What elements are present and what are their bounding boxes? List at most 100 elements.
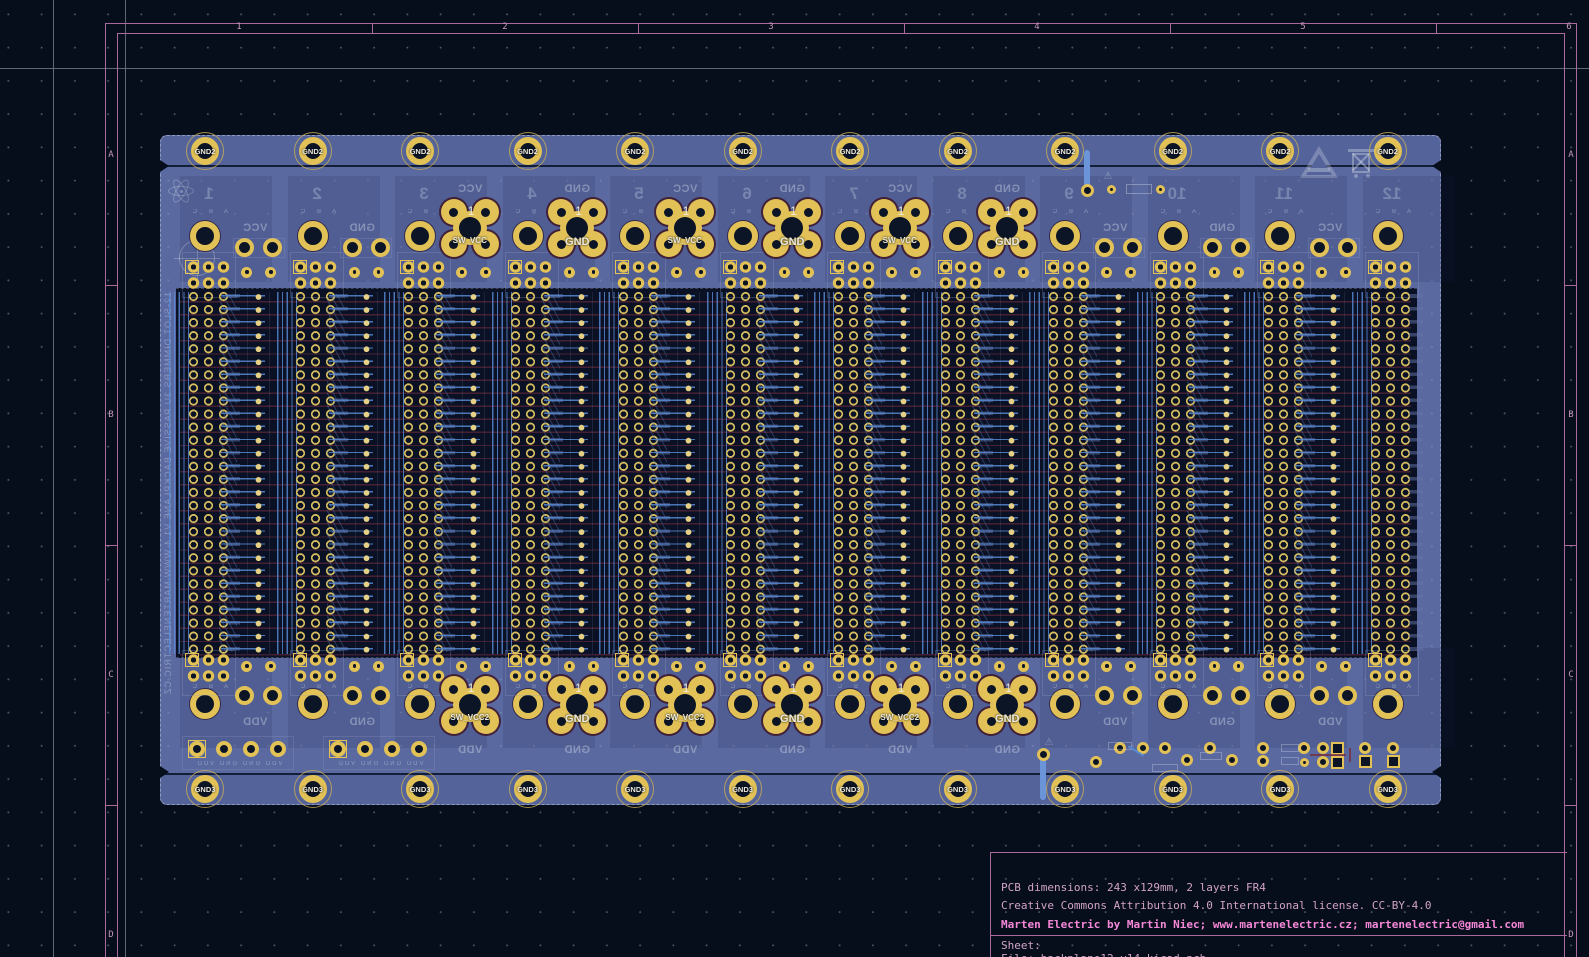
cluster-pad[interactable]	[1298, 742, 1310, 754]
medium-pad[interactable]	[1203, 686, 1222, 705]
power-clover-connector[interactable]: 1GND	[545, 673, 609, 737]
mounting-hole-gnd[interactable]: GND2	[184, 130, 226, 172]
cluster-pad[interactable]	[1181, 754, 1193, 766]
cluster-square-pad[interactable]	[1387, 755, 1400, 768]
mounting-hole-gnd[interactable]: GND2	[292, 130, 334, 172]
field-courtyard-line	[807, 292, 808, 654]
connector-pad-column[interactable]	[1368, 290, 1413, 656]
cluster-pad[interactable]	[1317, 742, 1329, 754]
slot-big-hole[interactable]	[1158, 221, 1188, 251]
slot-big-hole[interactable]	[835, 221, 865, 251]
power-clover-connector[interactable]: 1GND	[975, 673, 1039, 737]
medium-pad[interactable]	[343, 686, 362, 705]
power-word-silk: VCC	[448, 183, 492, 195]
mounting-hole-gnd[interactable]: GND2	[1152, 130, 1194, 172]
pin1-square-outline	[1153, 260, 1167, 274]
power-clover-connector[interactable]: 1GND	[545, 196, 609, 260]
mounting-hole-gnd[interactable]: GND3	[1044, 768, 1086, 810]
power-clover-connector[interactable]: 1GND	[975, 196, 1039, 260]
small-pad-hole	[1320, 664, 1324, 668]
medium-pad[interactable]	[1338, 686, 1357, 705]
medium-pad[interactable]	[263, 686, 282, 705]
cluster-pad[interactable]	[1257, 755, 1269, 767]
mounting-hole-gnd[interactable]: GND3	[292, 768, 334, 810]
clover-net-name: SW_VCC	[653, 236, 717, 245]
mounting-hole-gnd[interactable]: GND3	[1367, 768, 1409, 810]
slot-big-hole[interactable]	[1050, 221, 1080, 251]
clover-net-name: GND	[975, 236, 1039, 248]
jumper-wire-blue[interactable]	[1040, 756, 1046, 800]
cluster-pad[interactable]	[1317, 756, 1329, 768]
small-pad-hole	[460, 664, 464, 668]
medium-pad[interactable]	[1123, 686, 1142, 705]
mounting-hole-gnd[interactable]: GND2	[614, 130, 656, 172]
field-courtyard-line	[377, 292, 378, 654]
cluster-pad[interactable]	[1387, 742, 1399, 754]
pcb-editor-canvas[interactable]: 123456AABBCCDD PCB dimensions: 243 x129m…	[0, 0, 1589, 957]
mounting-hole-gnd[interactable]: GND2	[1367, 130, 1409, 172]
clover-corner-hole	[772, 208, 781, 217]
power-clover-connector[interactable]: 1SW_VCC2	[438, 673, 502, 737]
slot-big-hole[interactable]	[728, 221, 758, 251]
slot-big-hole[interactable]	[405, 221, 435, 251]
medium-pad[interactable]	[371, 686, 390, 705]
mounting-hole-gnd[interactable]: GND2	[1259, 130, 1301, 172]
clover-pin1-label: 1	[575, 204, 599, 218]
cluster-pad[interactable]	[1159, 742, 1171, 754]
power-header-4pin[interactable]: VDD GND GND VDD	[182, 736, 294, 770]
mounting-hole-label: GND2	[722, 147, 764, 156]
mounting-hole-gnd[interactable]: GND2	[722, 130, 764, 172]
power-clover-connector[interactable]: 1GND	[760, 673, 824, 737]
frame-row-tick	[105, 285, 117, 286]
cluster-square-pad[interactable]	[1359, 755, 1372, 768]
slot-big-hole[interactable]	[513, 221, 543, 251]
jumper-wire-blue[interactable]	[1084, 150, 1090, 188]
mounting-hole-label: GND2	[1259, 147, 1301, 156]
slot-number-silk: 5	[623, 184, 655, 204]
pad-column-labels-silk: A B C	[1370, 209, 1412, 215]
mounting-hole-gnd[interactable]: GND2	[399, 130, 441, 172]
mounting-hole-gnd[interactable]: GND3	[1152, 768, 1194, 810]
cluster-pad[interactable]	[1226, 754, 1238, 766]
mounting-hole-gnd[interactable]: GND3	[184, 768, 226, 810]
mounting-hole-gnd[interactable]: GND2	[829, 130, 871, 172]
small-pad-hole	[592, 270, 596, 274]
mounting-hole-gnd[interactable]: GND2	[1044, 130, 1086, 172]
medium-pad[interactable]	[1231, 686, 1250, 705]
slot-big-hole[interactable]	[1265, 221, 1295, 251]
mounting-hole-gnd[interactable]: GND3	[1259, 768, 1301, 810]
field-courtyard-line	[1000, 292, 1001, 654]
mounting-hole-gnd[interactable]: GND3	[722, 768, 764, 810]
slot-number-silk: 1	[193, 184, 225, 204]
pin1-square-outline	[615, 260, 629, 274]
slot-big-hole[interactable]	[190, 221, 220, 251]
mounting-hole-gnd[interactable]: GND2	[937, 130, 979, 172]
slot-big-hole[interactable]	[620, 221, 650, 251]
medium-pad[interactable]	[1095, 686, 1114, 705]
power-clover-connector[interactable]: 1GND	[760, 196, 824, 260]
mounting-hole-gnd[interactable]: GND3	[507, 768, 549, 810]
slot-big-hole[interactable]	[943, 221, 973, 251]
medium-pad[interactable]	[1310, 686, 1329, 705]
power-clover-connector[interactable]: 1SW_VCC	[868, 196, 932, 260]
medium-pad[interactable]	[235, 686, 254, 705]
cluster-pad[interactable]	[1257, 742, 1269, 754]
power-clover-connector[interactable]: 1SW_VCC	[438, 196, 502, 260]
power-clover-connector[interactable]: 1SW_VCC	[653, 196, 717, 260]
cluster-square-pad[interactable]	[1331, 756, 1344, 769]
power-header-4pin[interactable]: VDD GND GND VDD	[323, 736, 435, 770]
cluster-pad[interactable]	[1359, 742, 1371, 754]
mounting-hole-gnd[interactable]: GND3	[829, 768, 871, 810]
mounting-hole-gnd[interactable]: GND3	[614, 768, 656, 810]
cluster-square-pad[interactable]	[1331, 742, 1344, 755]
mounting-hole-gnd[interactable]: GND3	[399, 768, 441, 810]
slot-big-hole[interactable]	[1373, 221, 1403, 251]
cluster-pad[interactable]	[1090, 756, 1102, 768]
power-clover-connector[interactable]: 1SW_VCC2	[653, 673, 717, 737]
slot-big-hole[interactable]	[298, 221, 328, 251]
clover-pin1-label: 1	[683, 681, 707, 695]
power-clover-connector[interactable]: 1SW_VCC2	[868, 673, 932, 737]
mounting-hole-gnd[interactable]: GND2	[507, 130, 549, 172]
via-column	[792, 293, 801, 659]
mounting-hole-gnd[interactable]: GND3	[937, 768, 979, 810]
